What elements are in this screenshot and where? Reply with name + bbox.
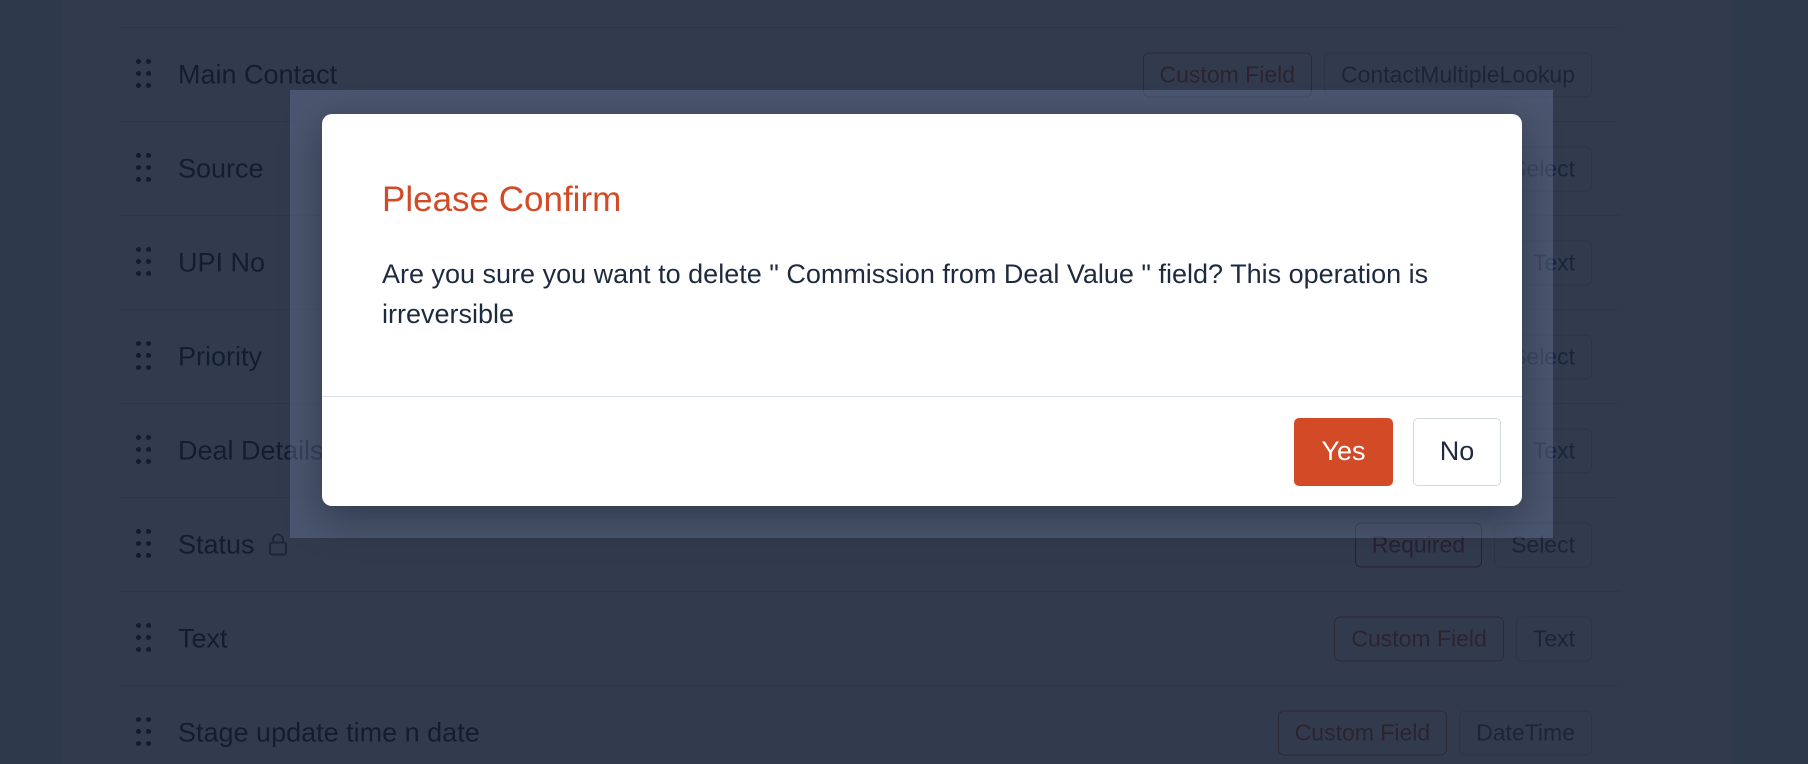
confirm-dialog-message: Are you sure you want to delete " Commis…: [382, 259, 1429, 329]
no-button[interactable]: No: [1413, 417, 1501, 486]
confirm-dialog-footer: Yes No: [322, 397, 1522, 506]
yes-button[interactable]: Yes: [1294, 417, 1393, 486]
confirm-dialog-body: Please Confirm Are you sure you want to …: [322, 114, 1522, 396]
confirm-dialog: Please Confirm Are you sure you want to …: [322, 114, 1522, 506]
confirm-dialog-title: Please Confirm: [382, 180, 622, 219]
